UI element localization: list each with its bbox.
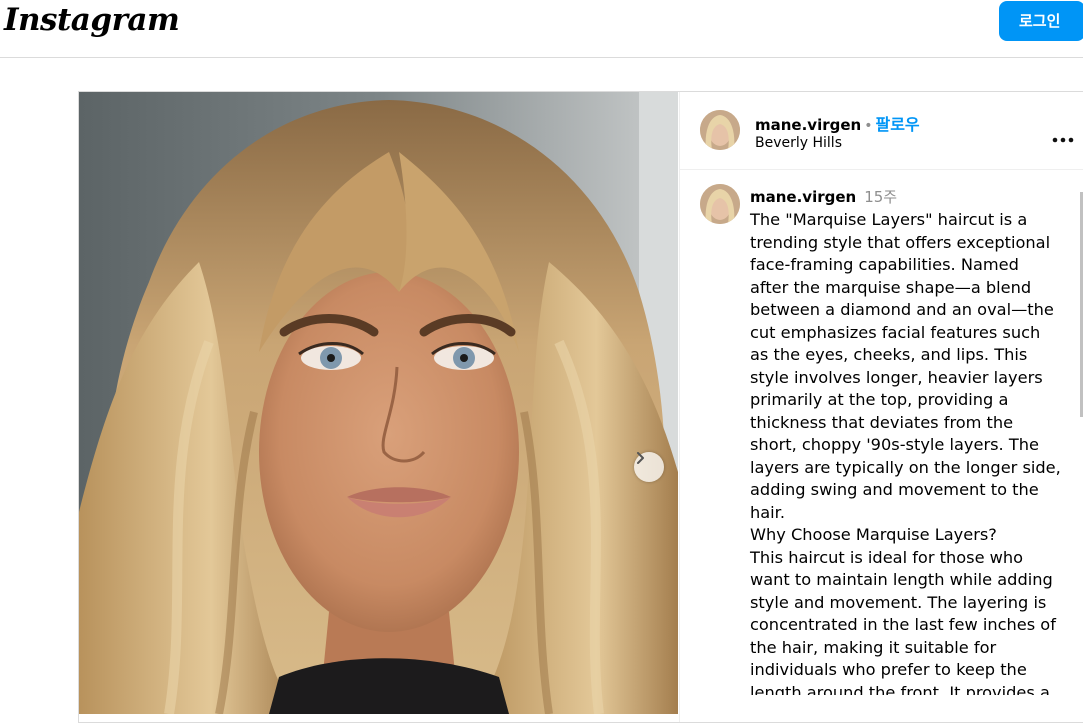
caption-paragraph: Why Choose Marquise Layers?	[750, 525, 997, 544]
post-image[interactable]	[79, 92, 678, 714]
caption-author-avatar[interactable]	[700, 184, 740, 224]
chevron-right-icon	[637, 452, 644, 464]
post-location[interactable]: Beverly Hills	[755, 135, 842, 151]
portrait-photo	[79, 92, 678, 714]
post-time[interactable]: 15주	[864, 188, 897, 206]
author-line: mane.virgen • 팔로우	[755, 111, 920, 135]
more-options-button[interactable]	[1052, 128, 1074, 147]
instagram-logo[interactable]: Instagram	[4, 2, 180, 38]
author-username[interactable]: mane.virgen	[755, 116, 861, 134]
post-container: mane.virgen • 팔로우 Beverly Hills mane.vir…	[78, 91, 1083, 723]
caption-username[interactable]: mane.virgen	[750, 188, 856, 206]
post-caption: The "Marquise Layers" haircut is a trend…	[750, 209, 1062, 695]
login-button[interactable]: 로그인	[999, 1, 1083, 41]
author-avatar[interactable]	[700, 110, 740, 150]
comments-section[interactable]: mane.virgen 15주 The "Marquise Layers" hai…	[680, 170, 1083, 695]
caption-header: mane.virgen 15주	[750, 186, 897, 207]
follow-button[interactable]: 팔로우	[875, 115, 919, 134]
more-horizontal-icon	[1052, 137, 1074, 143]
top-navigation-bar: Instagram 로그인	[0, 0, 1083, 58]
post-header: mane.virgen • 팔로우 Beverly Hills	[680, 92, 1083, 170]
post-details-panel: mane.virgen • 팔로우 Beverly Hills mane.vir…	[679, 92, 1083, 722]
next-image-button[interactable]	[634, 452, 664, 482]
caption-paragraph: This haircut is ideal for those who want…	[750, 547, 1056, 696]
separator-dot: •	[864, 118, 873, 134]
caption-paragraph: The "Marquise Layers" haircut is a trend…	[750, 210, 1061, 522]
